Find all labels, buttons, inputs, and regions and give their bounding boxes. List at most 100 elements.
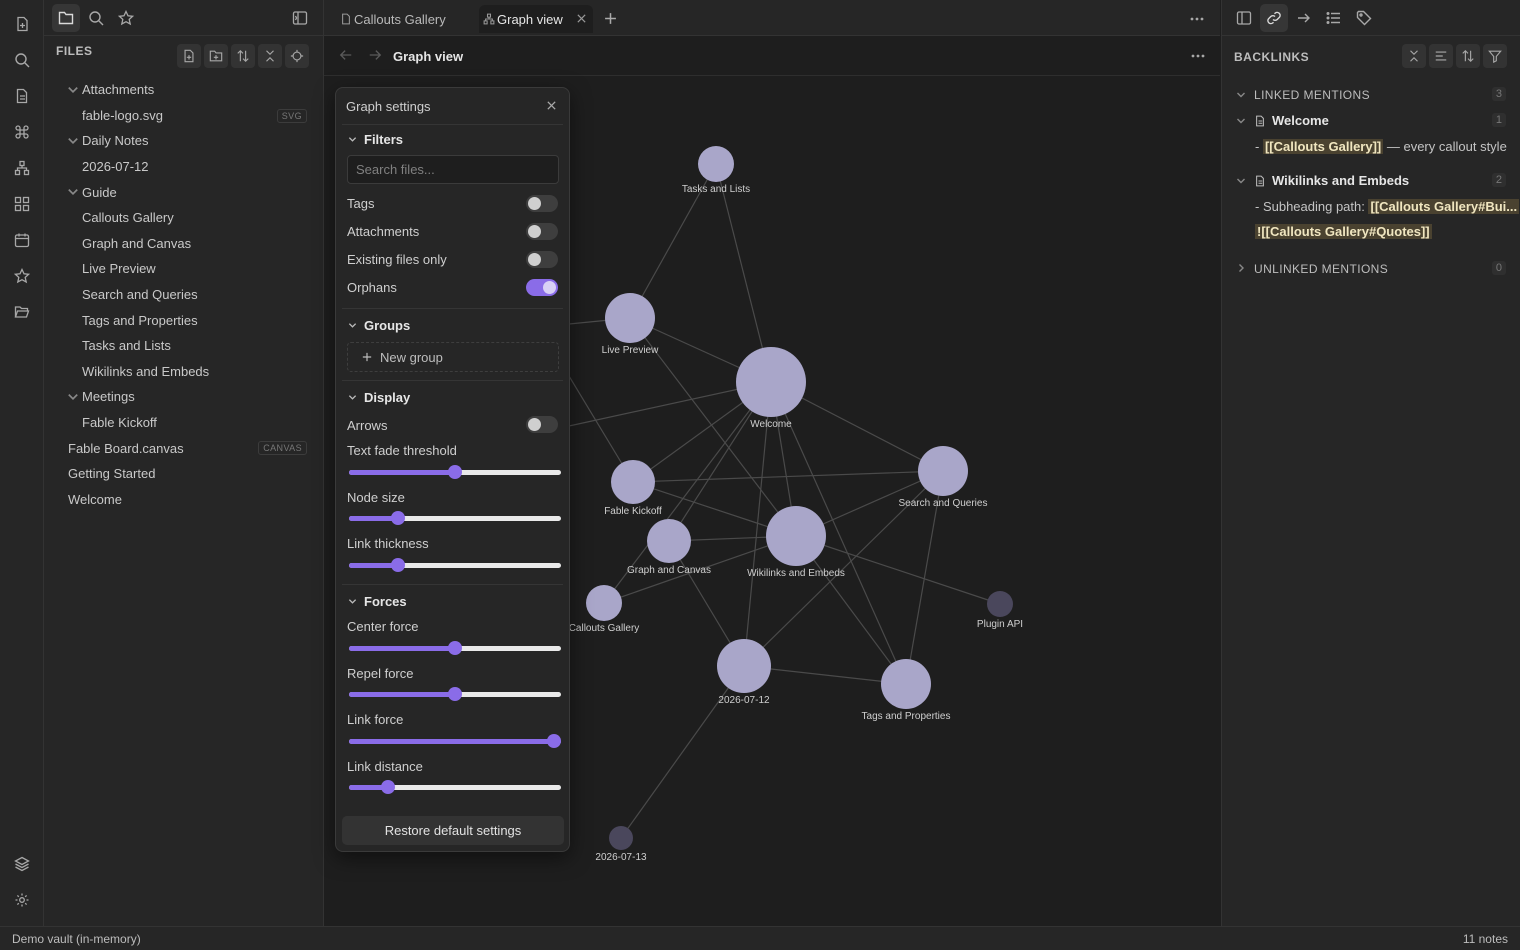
file-graph-and-canvas[interactable]: Graph and Canvas <box>44 231 323 257</box>
close-tab-icon[interactable] <box>576 13 587 24</box>
collapse-sidebar-button[interactable] <box>286 4 314 32</box>
graph-node-circle[interactable] <box>586 585 622 621</box>
view-more-options-icon[interactable] <box>1191 54 1205 58</box>
arrows-toggle[interactable] <box>526 416 558 433</box>
backlink-snippet[interactable]: - Subheading path: [[Callouts Gallery#Bu… <box>1255 199 1520 214</box>
file-search-and-queries[interactable]: Search and Queries <box>44 282 323 308</box>
file-welcome[interactable]: Welcome <box>44 487 323 513</box>
graph-node-wiki[interactable]: Wikilinks and Embeds <box>747 506 845 579</box>
outline-tab[interactable] <box>1320 4 1348 32</box>
backlink-file-welcome[interactable]: Welcome <box>1254 113 1329 128</box>
folder-meetings[interactable]: Meetings <box>44 384 323 410</box>
groups-section-header[interactable]: Groups <box>348 318 410 333</box>
chevron-down-icon[interactable] <box>1236 90 1246 100</box>
chevron-down-icon[interactable] <box>1236 176 1246 186</box>
graph-node-gc[interactable]: Graph and Canvas <box>627 519 711 576</box>
file-wikilinks-and-embeds[interactable]: Wikilinks and Embeds <box>44 359 323 385</box>
link-distance-slider[interactable] <box>349 780 561 794</box>
graph-node-d12[interactable]: 2026-07-12 <box>717 639 771 706</box>
star-icon[interactable] <box>8 262 36 290</box>
graph-node-kickoff[interactable]: Fable Kickoff <box>604 460 662 517</box>
forces-section-header[interactable]: Forces <box>348 594 407 609</box>
file-tags-and-properties[interactable]: Tags and Properties <box>44 307 323 333</box>
orphans-toggle[interactable] <box>526 279 558 296</box>
tags-toggle[interactable] <box>526 195 558 212</box>
graph-node-welcome[interactable]: Welcome <box>736 347 806 430</box>
sort-button[interactable] <box>1456 44 1480 68</box>
graph-node-circle[interactable] <box>766 506 826 566</box>
collapse-all-button[interactable] <box>258 44 282 68</box>
search-files-input[interactable] <box>347 155 559 184</box>
show-more-context-button[interactable] <box>1429 44 1453 68</box>
folder-attachments[interactable]: Attachments <box>44 77 323 103</box>
link-force-slider[interactable] <box>349 734 561 748</box>
backlink-snippet[interactable]: ![[Callouts Gallery#Quotes]] <box>1255 224 1432 239</box>
new-note-icon[interactable] <box>8 10 36 38</box>
file-fable-kickoff[interactable]: Fable Kickoff <box>44 410 323 436</box>
backlinks-tab[interactable] <box>1260 4 1288 32</box>
text-fade-threshold-slider[interactable] <box>349 465 561 479</box>
unlinked-mentions-header[interactable]: UNLINKED MENTIONS <box>1254 262 1388 276</box>
tab-callouts-gallery[interactable]: Callouts Gallery <box>336 5 470 33</box>
tags-tab[interactable] <box>1350 4 1378 32</box>
filters-section-header[interactable]: Filters <box>348 132 403 147</box>
linked-mentions-header[interactable]: LINKED MENTIONS <box>1254 88 1370 102</box>
graph-node-tags[interactable]: Tags and Properties <box>862 659 951 722</box>
search-icon[interactable] <box>8 46 36 74</box>
node-size-slider[interactable] <box>349 511 561 525</box>
graph-node-circle[interactable] <box>736 347 806 417</box>
document-icon[interactable] <box>8 82 36 110</box>
close-icon[interactable] <box>546 100 557 111</box>
command-icon[interactable] <box>8 118 36 146</box>
graph-node-circle[interactable] <box>918 446 968 496</box>
graph-view-icon[interactable] <box>8 154 36 182</box>
backlink-file-wikilinks[interactable]: Wikilinks and Embeds <box>1254 173 1409 188</box>
file-tasks-and-lists[interactable]: Tasks and Lists <box>44 333 323 359</box>
file-fable-board-canvas[interactable]: Fable Board.canvas CANVAS <box>44 435 323 461</box>
link-thickness-slider[interactable] <box>349 558 561 572</box>
graph-node-d13[interactable]: 2026-07-13 <box>595 826 647 863</box>
graph-node-circle[interactable] <box>647 519 691 563</box>
tab-bar-more-icon[interactable] <box>1190 17 1204 21</box>
settings-gear-icon[interactable] <box>8 886 36 914</box>
folder-daily-notes[interactable]: Daily Notes <box>44 128 323 154</box>
graph-node-circle[interactable] <box>987 591 1013 617</box>
attachments-toggle[interactable] <box>526 223 558 240</box>
chevron-down-icon[interactable] <box>1236 116 1246 126</box>
graph-node-circle[interactable] <box>605 293 655 343</box>
graph-node-live[interactable]: Live Preview <box>602 293 659 356</box>
graph-node-plugin[interactable]: Plugin API <box>977 591 1023 630</box>
file-callouts-gallery[interactable]: Callouts Gallery <box>44 205 323 231</box>
tab-graph-view[interactable]: Graph view <box>479 5 593 33</box>
folder-open-icon[interactable] <box>8 298 36 326</box>
graph-node-tasks[interactable]: Tasks and Lists <box>682 146 750 195</box>
graph-node-circle[interactable] <box>717 639 771 693</box>
graph-node-callouts[interactable]: Callouts Gallery <box>569 585 640 634</box>
back-arrow-icon[interactable] <box>339 48 353 62</box>
canvas-icon[interactable] <box>8 190 36 218</box>
file-live-preview[interactable]: Live Preview <box>44 256 323 282</box>
bookmarks-tab[interactable] <box>112 4 140 32</box>
graph-node-circle[interactable] <box>698 146 734 182</box>
reveal-file-button[interactable] <box>285 44 309 68</box>
chevron-right-icon[interactable] <box>1236 263 1246 273</box>
file-fable-logo-svg[interactable]: fable-logo.svg SVG <box>44 103 323 129</box>
filter-button[interactable] <box>1483 44 1507 68</box>
new-group-button[interactable]: New group <box>347 342 559 372</box>
folder-guide[interactable]: Guide <box>44 179 323 205</box>
forward-arrow-icon[interactable] <box>368 48 382 62</box>
file-explorer-tab[interactable] <box>52 4 80 32</box>
backlink-snippet[interactable]: - [[Callouts Gallery]] — every callout s… <box>1255 139 1507 154</box>
restore-defaults-button[interactable]: Restore default settings <box>342 816 564 845</box>
expand-sidebar-button[interactable] <box>1230 4 1258 32</box>
existing-files-only-toggle[interactable] <box>526 251 558 268</box>
new-tab-icon[interactable] <box>604 12 617 25</box>
search-tab[interactable] <box>82 4 110 32</box>
file-getting-started[interactable]: Getting Started <box>44 461 323 487</box>
new-folder-button[interactable] <box>204 44 228 68</box>
graph-node-circle[interactable] <box>611 460 655 504</box>
vault-layers-icon[interactable] <box>8 850 36 878</box>
calendar-icon[interactable] <box>8 226 36 254</box>
center-force-slider[interactable] <box>349 641 561 655</box>
new-note-button[interactable] <box>177 44 201 68</box>
